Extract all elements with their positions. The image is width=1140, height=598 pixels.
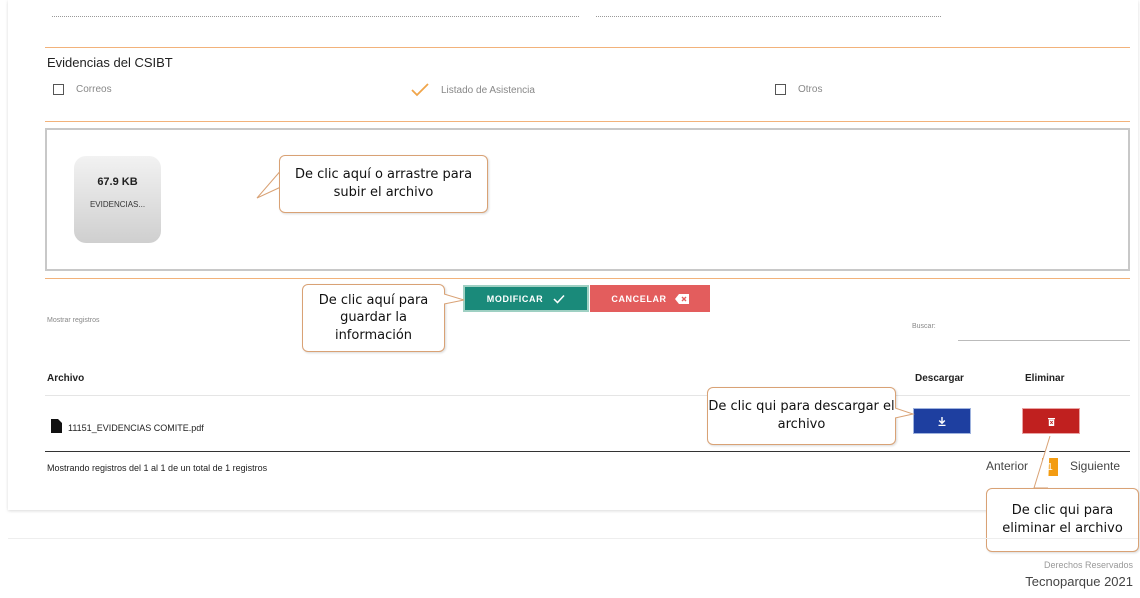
file-size: 67.9 KB [97,176,138,188]
pagination-summary: Mostrando registros del 1 al 1 de un tot… [47,463,268,473]
section-divider [45,278,1130,279]
callout-pointer [1033,436,1051,489]
upload-callout: De clic aquí o arrastre para subir el ar… [279,155,488,213]
pagination-prev[interactable]: Anterior [986,459,1028,473]
checkbox-otros[interactable]: Otros [775,84,822,95]
callout-pointer [895,407,915,419]
file-icon [51,419,62,433]
column-header-file[interactable]: Archivo [47,373,84,384]
check-icon [553,294,565,304]
search-input[interactable] [958,322,1130,341]
uploaded-file-preview[interactable]: 67.9 KB EVIDENCIAS... [74,156,161,243]
checkbox-box[interactable] [775,84,786,95]
callout-pointer [444,293,465,305]
checkbox-label: Otros [798,84,823,95]
table-bottom-border [45,451,1130,452]
delete-callout: De clic qui para eliminar el archivo [986,488,1139,552]
section-divider [45,121,1130,122]
modify-button-label: MODIFICAR [486,293,544,304]
field-underline [596,16,941,17]
search-label: Buscar: [912,323,936,330]
cancel-button[interactable]: CANCELAR [590,285,710,312]
footer-divider [8,538,1138,539]
evidence-section-title: Evidencias del CSIBT [47,55,173,70]
field-underline [52,16,579,17]
checkbox-label: Listado de Asistencia [441,84,535,96]
file-name: EVIDENCIAS... [89,200,146,209]
file-dropzone[interactable] [45,128,1130,271]
download-icon [938,416,946,426]
column-header-download[interactable]: Descargar [915,373,964,384]
table-header-divider [45,395,1130,396]
file-name-cell[interactable]: 11151_EVIDENCIAS COMITE.pdf [68,423,204,433]
cancel-button-label: CANCELAR [611,293,667,304]
checkbox-label: Correos [76,84,112,95]
modify-button[interactable]: MODIFICAR [463,285,589,312]
download-callout: De clic qui para descargar el archivo [707,387,896,445]
backspace-icon [674,293,689,304]
trash-icon [1047,417,1055,426]
section-divider [45,47,1130,48]
save-callout: De clic aquí para guardar la información [302,284,445,352]
checkbox-correos[interactable]: Correos [53,84,112,95]
footer-rights: Derechos Reservados [1043,560,1133,570]
show-records-label: Mostrar registros [47,317,100,324]
delete-button[interactable] [1022,408,1080,434]
footer-brand: Tecnoparque 2021 [1025,574,1133,589]
download-button[interactable] [913,408,971,434]
checkmark-icon[interactable] [411,83,429,97]
pagination-next[interactable]: Siguiente [1070,459,1120,473]
column-header-delete: Eliminar [1025,373,1065,384]
checkbox-listado-asistencia[interactable]: Listado de Asistencia [411,83,535,97]
checkbox-box[interactable] [53,84,64,95]
